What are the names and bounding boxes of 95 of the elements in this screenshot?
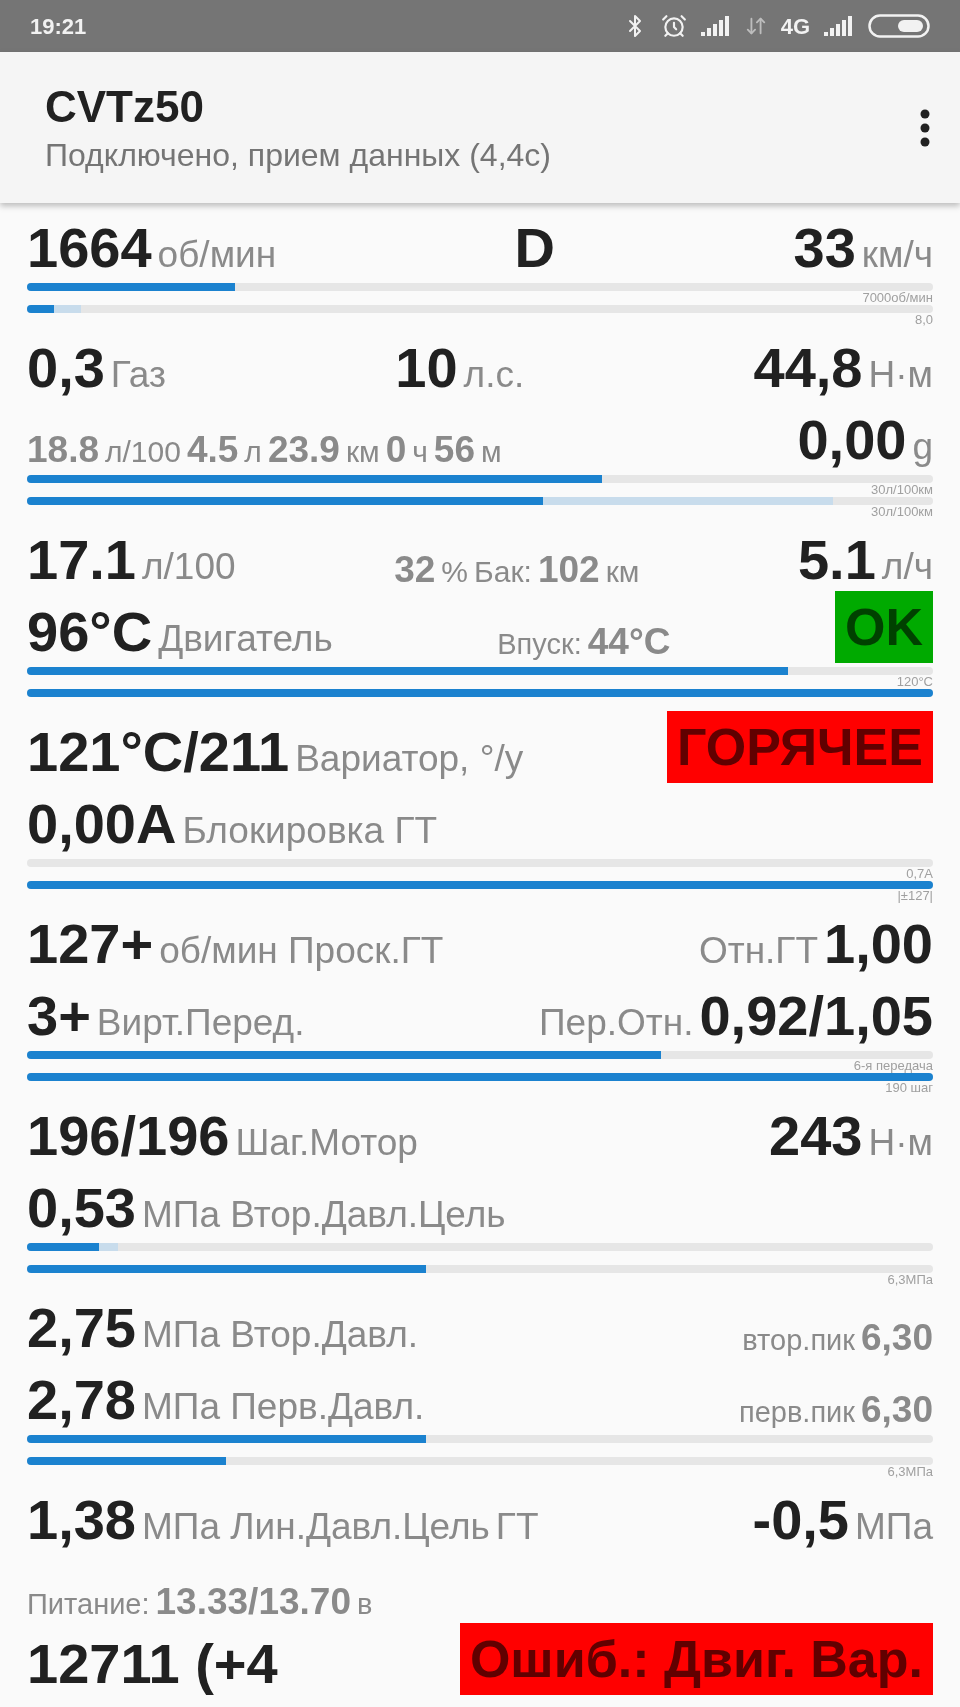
scale-caption: 190 шаг	[885, 1081, 933, 1095]
reading-value: 56	[433, 430, 475, 471]
reading-value: 2,78	[27, 1369, 136, 1431]
reading-label: Впуск:	[497, 629, 582, 662]
unit-label: Вирт.Перед.	[96, 1003, 305, 1045]
reading-value: 17.1	[27, 529, 136, 591]
unit-label: л/100	[142, 547, 236, 589]
unit-label: л/100	[105, 435, 181, 469]
alarm-clock-icon	[660, 13, 687, 39]
more-vertical-icon	[920, 108, 930, 147]
reading-value: 44,8	[753, 337, 863, 399]
reading-value: 18.8	[27, 430, 99, 471]
unit-label: %	[441, 555, 469, 589]
battery-icon	[868, 14, 930, 38]
clock-time: 19:21	[30, 12, 87, 41]
reading-label: перв.пик	[738, 1397, 855, 1430]
reading-value: 121°C/211	[27, 721, 290, 783]
network-type: 4G	[780, 12, 810, 41]
reading-value: -0,5	[752, 1489, 849, 1551]
signal-icon	[700, 16, 731, 36]
scale-caption: 30л/100км	[871, 483, 933, 497]
reading-value: 102	[537, 550, 600, 591]
scale-caption: 120°C	[896, 675, 933, 689]
signal-icon	[824, 16, 854, 36]
reading-value: 127+	[27, 913, 154, 975]
reading-value: 10	[395, 337, 458, 399]
connection-status: Подключено, прием данных (4,4с)	[45, 138, 551, 171]
reading-value: 196/196	[27, 1105, 230, 1167]
scale-caption: |±127|	[897, 889, 933, 903]
reading-value: 33	[793, 217, 856, 279]
reading-label: Питание:	[27, 1589, 150, 1622]
unit-label: Вариатор, °/у	[295, 739, 524, 781]
unit-label: об/мин Проск.ГТ	[159, 931, 444, 973]
reading-value: 2,75	[27, 1297, 136, 1359]
unit-label: МПа	[855, 1507, 933, 1549]
app-title: CVTz50	[45, 84, 205, 129]
unit-label: МПа Лин.Давл.Цель	[142, 1507, 490, 1549]
reading-value: 13.33/13.70	[155, 1582, 351, 1623]
reading-value: 243	[769, 1105, 863, 1167]
unit-label: g	[912, 427, 933, 469]
unit-label: км	[345, 435, 380, 469]
reading-label: в	[357, 1589, 373, 1622]
unit-label: л.с.	[463, 355, 525, 397]
reading-value: 23.9	[267, 430, 340, 471]
reading-value: 5.1	[797, 529, 876, 591]
status-badge: OK	[835, 591, 933, 663]
unit-label: Двигатель	[158, 619, 333, 661]
unit-label: км	[605, 555, 640, 589]
unit-label: Шаг.Мотор	[235, 1123, 418, 1165]
unit-label: Блокировка ГТ	[182, 811, 438, 853]
reading-value: 32	[394, 550, 436, 591]
data-transfer-icon	[744, 15, 767, 37]
unit-label: Отн.ГТ	[698, 931, 818, 973]
unit-label: МПа Перв.Давл.	[142, 1387, 425, 1429]
unit-label: ч	[412, 435, 428, 469]
reading-value: 0,00	[797, 409, 907, 471]
reading-value: 0,53	[27, 1177, 136, 1239]
scale-caption: 8,0	[914, 313, 933, 327]
reading-value: 96°C	[27, 601, 153, 663]
scale-caption: 7000об/мин	[862, 291, 933, 305]
unit-label: Бак:	[474, 555, 532, 589]
reading-value: 3+	[27, 985, 91, 1047]
reading-value: 6,30	[861, 1390, 933, 1431]
reading-value: 44°C	[587, 622, 671, 663]
unit-label: МПа Втор.Давл.	[142, 1315, 418, 1357]
reading-value: 0,92/1,05	[699, 985, 933, 1047]
reading-value: 0,3	[27, 337, 105, 399]
scale-caption: 30л/100км	[871, 505, 933, 519]
status-badge: ГОРЯЧЕЕ	[667, 711, 933, 783]
unit-label: Газ	[110, 355, 166, 397]
unit-label: об/мин	[157, 235, 277, 277]
reading-value: 0,00A	[27, 793, 177, 855]
reading-value: 4.5	[186, 430, 239, 471]
reading-value: D	[514, 217, 556, 279]
reading-value: 1664	[27, 217, 152, 279]
unit-label: МПа Втор.Давл.Цель	[142, 1195, 506, 1237]
unit-label: л	[244, 435, 262, 469]
unit-label: Пер.Отн.	[539, 1003, 694, 1045]
unit-label: Н·м	[868, 355, 933, 397]
scale-caption: 6-я передача	[853, 1059, 933, 1073]
reading-value: 6,30	[861, 1318, 933, 1359]
unit-label: км/ч	[861, 235, 933, 277]
unit-label: Н·м	[868, 1123, 933, 1165]
reading-value: 12711 (+4	[27, 1633, 278, 1695]
reading-value: 1,38	[27, 1489, 136, 1551]
scale-caption: 6,3МПа	[887, 1273, 933, 1287]
status-badge: Ошиб.: Двиг. Вар.	[459, 1623, 933, 1695]
unit-label: л/ч	[881, 547, 933, 589]
unit-label: ГТ	[495, 1507, 539, 1549]
unit-label: м	[481, 435, 502, 469]
reading-value: 0	[385, 430, 407, 471]
scale-caption: 6,3МПа	[887, 1465, 933, 1479]
scale-caption: 0,7A	[906, 867, 933, 881]
reading-value: 1,00	[824, 913, 933, 975]
reading-label: втор.пик	[742, 1325, 855, 1358]
